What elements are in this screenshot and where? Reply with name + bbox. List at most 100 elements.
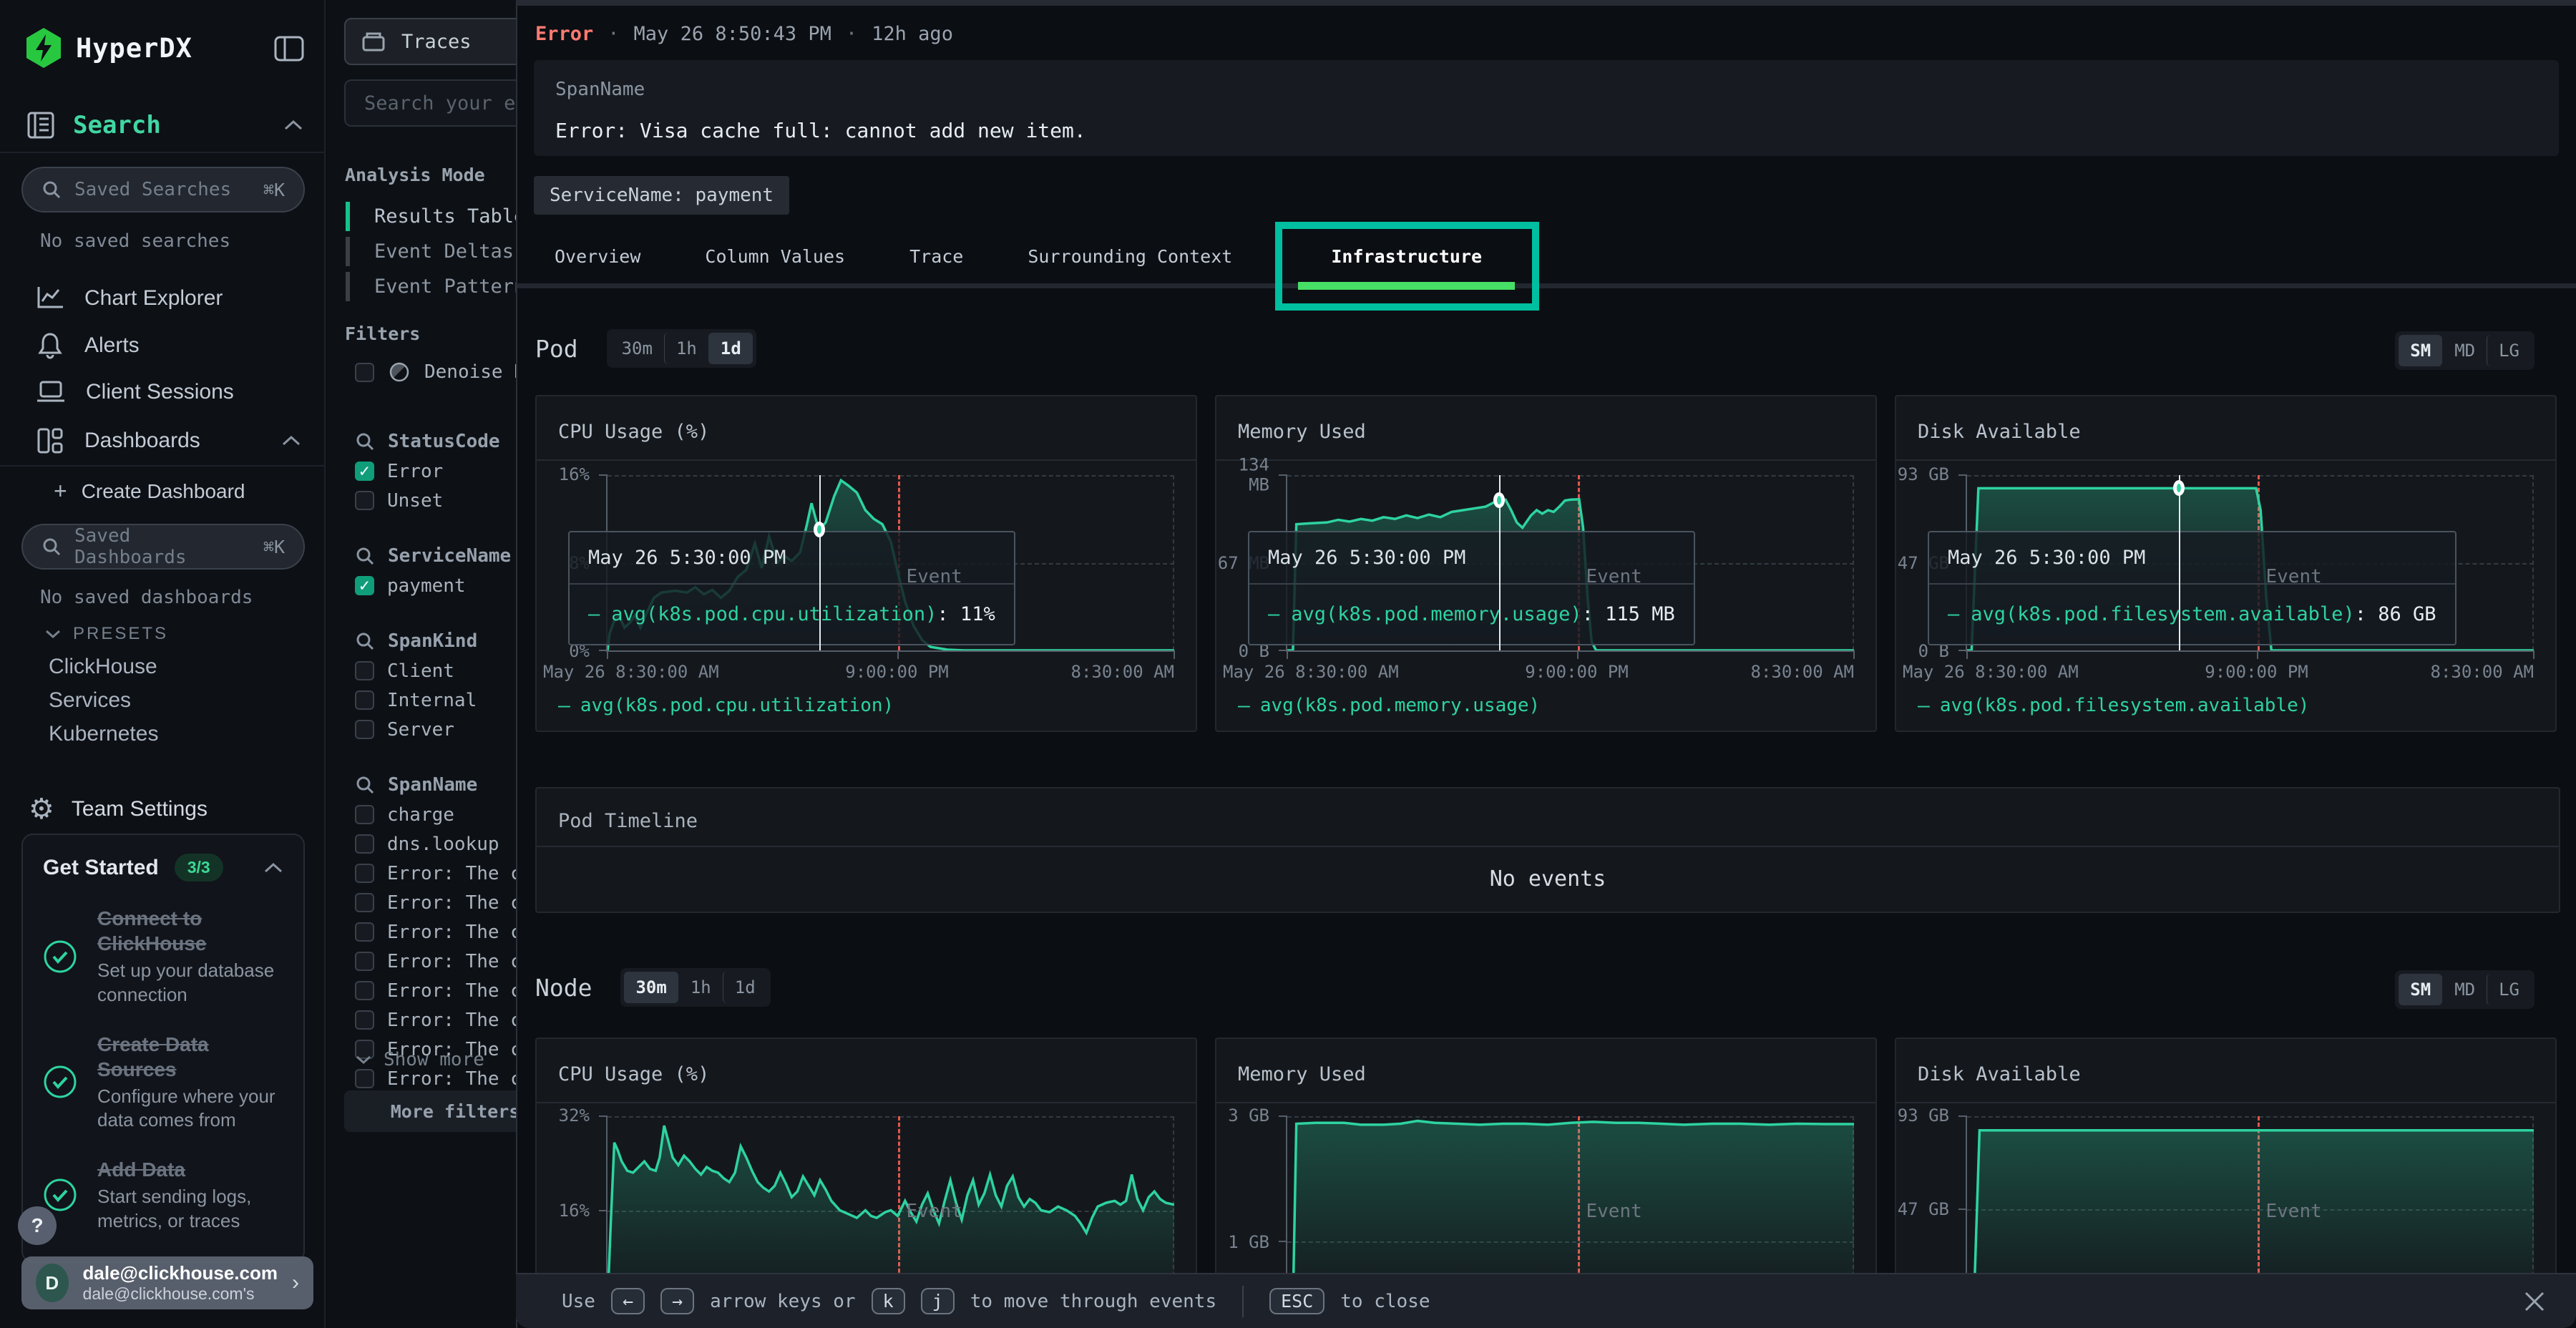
search-icon	[355, 546, 375, 566]
filter-option-label: Error: The cr	[387, 892, 533, 914]
filter-option-label: Error: The cr	[387, 951, 533, 972]
sidebar-item-search[interactable]: Search	[24, 109, 303, 142]
presets-toggle[interactable]: PRESETS	[44, 624, 168, 644]
checkbox[interactable]	[355, 661, 374, 680]
pod-section-header: Pod 30m1h1d	[535, 329, 756, 368]
sidebar-item-team-settings[interactable]: ⚙ Team Settings	[29, 793, 208, 826]
pod-range-30m[interactable]: 30m	[610, 333, 664, 364]
checkbox[interactable]	[355, 462, 374, 481]
checkbox	[355, 363, 374, 382]
x-tick	[1174, 650, 1175, 659]
tab-surrounding-context[interactable]: Surrounding Context	[1028, 246, 1232, 267]
checkbox[interactable]	[355, 1010, 374, 1030]
checkbox[interactable]	[355, 952, 374, 971]
analysis-mode-event-patterns[interactable]: Event Patterns	[346, 269, 537, 304]
show-more-button[interactable]: Show more	[355, 1049, 484, 1070]
get-started-step-add-data[interactable]: Add Data Start sending logs, metrics, or…	[43, 1157, 283, 1234]
checkbox[interactable]	[355, 720, 374, 739]
search-icon	[355, 775, 375, 795]
sidebar-item-alerts[interactable]: Alerts	[0, 326, 326, 366]
tab-column-values[interactable]: Column Values	[705, 246, 845, 267]
esc-key: ESC	[1269, 1288, 1324, 1314]
check-circle-icon	[43, 1178, 77, 1212]
saved-dashboards-shortcut: ⌘K	[263, 537, 285, 557]
check-circle-icon	[43, 939, 77, 974]
node-range-30m[interactable]: 30m	[624, 972, 678, 1003]
chart-title: Memory Used	[1238, 421, 1366, 443]
y-tick	[1958, 474, 1967, 476]
node-size-md[interactable]: MD	[2442, 974, 2487, 1005]
chart-card-pod-cpu: CPU Usage (%)16%8%0%EventMay 26 5:30:00 …	[535, 395, 1197, 732]
y-tick	[599, 1115, 608, 1117]
search-icon	[355, 431, 375, 451]
sidebar-client-sessions-label: Client Sessions	[86, 380, 234, 404]
team-settings-label: Team Settings	[72, 797, 208, 821]
help-button[interactable]: ?	[18, 1206, 57, 1245]
service-name-tag[interactable]: ServiceName: payment	[534, 176, 789, 215]
step-desc: Set up your database connection	[97, 959, 283, 1007]
checkbox[interactable]	[355, 491, 374, 510]
tab-infrastructure[interactable]: Infrastructure	[1331, 246, 1482, 267]
chart-plot-area[interactable]: EventMay 26 5:30:00 PM—avg(k8s.pod.files…	[1966, 475, 2534, 652]
divider	[0, 152, 326, 153]
mode-label: Event Patterns	[374, 275, 537, 298]
checkbox[interactable]	[355, 576, 374, 595]
x-tick-label: 9:00:00 PM	[845, 662, 949, 682]
event-reference-label: Event	[1586, 566, 1642, 587]
close-icon[interactable]	[2519, 1286, 2550, 1317]
checkbox[interactable]	[355, 981, 374, 1000]
chart-plot-area[interactable]: EventMay 26 5:30:00 PM—avg(k8s.pod.cpu.u…	[606, 475, 1174, 652]
step-title: Create Data Sources	[97, 1032, 283, 1082]
preset-services[interactable]: Services	[49, 688, 131, 713]
get-started-step-connect[interactable]: Connect to ClickHouse Set up your databa…	[43, 906, 283, 1007]
tab-overview[interactable]: Overview	[555, 246, 640, 267]
checkbox[interactable]	[355, 893, 374, 912]
y-tick	[1958, 1115, 1967, 1117]
sidebar-collapse-icon[interactable]	[274, 36, 304, 62]
app-logo[interactable]: HyperDX	[24, 27, 192, 69]
sidebar-item-dashboards[interactable]: Dashboards	[0, 421, 326, 461]
sidebar-item-client-sessions[interactable]: Client Sessions	[0, 372, 326, 412]
checkbox[interactable]	[355, 834, 374, 854]
checkbox[interactable]	[355, 805, 374, 824]
filters-heading: Filters	[345, 323, 420, 344]
hyperdx-logo-icon	[24, 27, 63, 69]
pod-range-1h[interactable]: 1h	[664, 333, 708, 364]
mode-label: Results Table	[374, 205, 525, 228]
denoise-results-checkbox[interactable]: Denoise Re	[355, 361, 537, 383]
checkbox[interactable]	[355, 1069, 374, 1088]
divider	[1216, 459, 1875, 461]
preset-clickhouse[interactable]: ClickHouse	[49, 655, 157, 679]
x-tick	[1577, 650, 1579, 659]
divider	[0, 465, 326, 467]
create-dashboard-button[interactable]: + Create Dashboard	[54, 478, 245, 504]
node-size-lg[interactable]: LG	[2487, 974, 2531, 1005]
filter-option-label: dns.lookup	[387, 834, 499, 855]
get-started-step-sources[interactable]: Create Data Sources Configure where your…	[43, 1032, 283, 1133]
filter-option-label: Error: The cr	[387, 922, 533, 943]
saved-dashboards-input[interactable]: Saved Dashboards ⌘K	[21, 524, 305, 570]
sidebar-item-chart-explorer[interactable]: Chart Explorer	[0, 278, 326, 318]
chevron-up-icon[interactable]	[263, 861, 283, 874]
preset-kubernetes[interactable]: Kubernetes	[49, 722, 158, 746]
search-section-icon	[24, 109, 57, 142]
user-account-chip[interactable]: D dale@clickhouse.com dale@clickhouse.co…	[21, 1256, 313, 1309]
active-tab-underline	[1298, 282, 1515, 290]
checkbox[interactable]	[355, 922, 374, 942]
node-size-sm[interactable]: SM	[2399, 974, 2442, 1005]
analysis-mode-results-table[interactable]: Results Table	[346, 199, 537, 234]
keyboard-hint-footer: Use ← → arrow keys or k j to move throug…	[516, 1273, 2576, 1328]
pod-range-1d[interactable]: 1d	[708, 333, 753, 364]
pod-size-sm[interactable]: SM	[2399, 335, 2442, 366]
analysis-mode-event-deltas[interactable]: Event Deltas	[346, 234, 537, 269]
node-range-1d[interactable]: 1d	[723, 972, 767, 1003]
chart-plot-area[interactable]: EventMay 26 5:30:00 PM—avg(k8s.pod.memor…	[1286, 475, 1854, 652]
pod-size-md[interactable]: MD	[2442, 335, 2487, 366]
pod-size-lg[interactable]: LG	[2487, 335, 2531, 366]
checkbox[interactable]	[355, 864, 374, 883]
checkbox[interactable]	[355, 690, 374, 710]
node-range-1h[interactable]: 1h	[678, 972, 723, 1003]
separator-dot: ·	[846, 23, 857, 45]
tab-trace[interactable]: Trace	[909, 246, 963, 267]
saved-searches-input[interactable]: Saved Searches ⌘K	[21, 167, 305, 213]
